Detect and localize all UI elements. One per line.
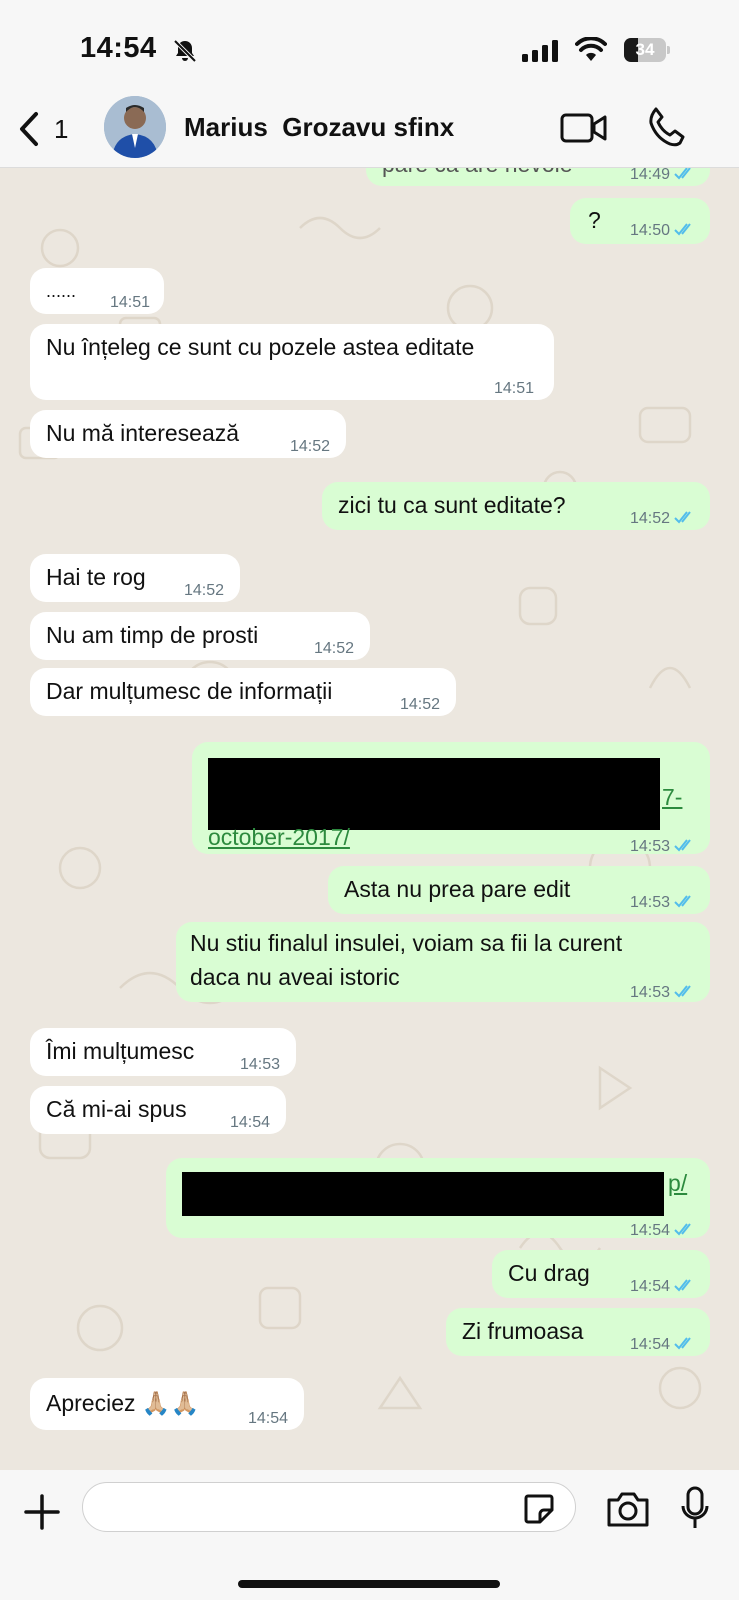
message-bubble-outgoing[interactable]: zici tu ca sunt editate? 14:52 (322, 482, 710, 530)
message-time: 14:52 (313, 640, 354, 657)
message-text: pare ca are nevoie (382, 168, 573, 181)
back-button[interactable]: 1 (18, 108, 88, 150)
message-input[interactable] (82, 1482, 576, 1532)
video-call-icon[interactable] (560, 110, 608, 146)
message-time: 14:52 (289, 438, 330, 455)
chat-header: 1 Marius Grozavu sfinx (0, 90, 739, 168)
message-time: 14:52 (630, 502, 696, 536)
message-bubble-outgoing[interactable]: Cu drag 14:54 (492, 1250, 710, 1298)
plus-icon[interactable] (22, 1492, 62, 1532)
message-bubble-outgoing[interactable]: Zi frumoasa 14:54 (446, 1308, 710, 1356)
message-text: Nu înțeleg ce sunt cu pozele astea edita… (46, 334, 475, 360)
message-bubble-outgoing[interactable]: ? 14:50 (570, 198, 710, 244)
message-bubble-outgoing[interactable]: Nu stiu finalul insulei, voiam sa fii la… (176, 922, 710, 1002)
message-text: Nu mă interesează (46, 420, 240, 446)
message-bubble-incoming[interactable]: Nu înțeleg ce sunt cu pozele astea edita… (30, 324, 554, 400)
message-time: 14:54 (630, 1214, 696, 1248)
message-time: 14:53 (630, 976, 696, 1010)
message-text: ? (588, 207, 601, 233)
message-text: Apreciez 🙏🏼🙏🏼 (46, 1390, 200, 1416)
message-bubble-incoming[interactable]: Nu mă interesează 14:52 (30, 410, 346, 458)
double-check-icon (674, 839, 691, 852)
message-time: 14:52 (399, 696, 440, 713)
message-bubble-incoming[interactable]: Că mi-ai spus 14:54 (30, 1086, 286, 1134)
message-time: 14:54 (247, 1410, 288, 1427)
avatar[interactable] (104, 96, 166, 158)
message-text: Că mi-ai spus (46, 1096, 187, 1122)
message-time: 14:51 (109, 294, 150, 311)
microphone-icon[interactable] (680, 1486, 710, 1530)
double-check-icon (674, 985, 691, 998)
message-text: zici tu ca sunt editate? (338, 492, 566, 518)
message-bubble-incoming[interactable]: Dar mulțumesc de informații 14:52 (30, 668, 456, 716)
message-bubble-outgoing-link[interactable]: 7- october-2017/ 14:53 (192, 742, 710, 855)
camera-icon[interactable] (606, 1490, 650, 1528)
message-text: Dar mulțumesc de informații (46, 678, 333, 704)
message-time: 14:51 (493, 380, 534, 397)
message-time: 14:52 (183, 582, 224, 599)
chevron-left-icon (20, 112, 38, 146)
message-bubble-outgoing[interactable]: pare ca are nevoie 14:49 (366, 168, 710, 186)
redacted-block (208, 758, 660, 830)
phone-icon[interactable] (646, 106, 686, 148)
double-check-icon (674, 511, 691, 524)
battery-indicator: 34 (624, 38, 670, 62)
message-time: 14:53 (630, 830, 696, 864)
bell-muted-icon (173, 39, 197, 63)
message-bubble-incoming[interactable]: Hai te rog 14:52 (30, 554, 240, 602)
status-bar: 14:54 34 (0, 0, 739, 90)
wifi-icon (575, 37, 607, 61)
sticker-icon[interactable] (522, 1492, 556, 1526)
home-indicator (238, 1580, 500, 1588)
message-text: Cu drag (508, 1260, 590, 1286)
message-text: Hai te rog (46, 564, 146, 590)
message-time: 14:53 (630, 886, 696, 920)
double-check-icon (674, 1279, 691, 1292)
redacted-block (182, 1172, 664, 1216)
message-text: Nu stiu finalul insulei, voiam sa fii la… (190, 930, 623, 956)
message-time: 14:54 (229, 1114, 270, 1131)
double-check-icon (674, 168, 691, 180)
double-check-icon (674, 895, 691, 908)
message-bubble-outgoing-link[interactable]: p/ 14:54 (166, 1158, 710, 1239)
contact-name[interactable]: Marius Grozavu sfinx (184, 112, 454, 143)
message-time: 14:50 (630, 214, 696, 248)
message-bubble-incoming[interactable]: Apreciez 🙏🏼🙏🏼 14:54 (30, 1378, 304, 1430)
message-text: Zi frumoasa (462, 1318, 584, 1344)
chat-area[interactable]: pare ca are nevoie 14:49 ? 14:50 ...... … (0, 168, 739, 1470)
message-time: 14:54 (630, 1270, 696, 1304)
status-time: 14:54 (80, 32, 157, 64)
signal-icon (522, 40, 558, 62)
message-text: Îmi mulțumesc (46, 1038, 195, 1064)
message-time: 14:54 (630, 1328, 696, 1362)
message-bubble-outgoing[interactable]: Asta nu prea pare edit 14:53 (328, 866, 710, 914)
message-text: ...... (46, 281, 77, 301)
message-text: Asta nu prea pare edit (344, 876, 571, 902)
battery-level-text: 34 (635, 40, 655, 59)
message-time: 14:53 (239, 1056, 280, 1073)
message-time: 14:49 (630, 168, 696, 192)
message-link-text[interactable]: p/ (668, 1166, 687, 1200)
message-link-text[interactable]: 7- (662, 780, 682, 814)
message-bubble-incoming[interactable]: ...... 14:51 (30, 268, 164, 314)
message-text: daca nu aveai istoric (190, 964, 400, 990)
unread-count: 1 (54, 113, 69, 144)
message-text: Nu am timp de prosti (46, 622, 259, 648)
message-bubble-incoming[interactable]: Îmi mulțumesc 14:53 (30, 1028, 296, 1076)
double-check-icon (674, 1337, 691, 1350)
double-check-icon (674, 1223, 691, 1236)
double-check-icon (674, 223, 691, 236)
message-bubble-incoming[interactable]: Nu am timp de prosti 14:52 (30, 612, 370, 660)
